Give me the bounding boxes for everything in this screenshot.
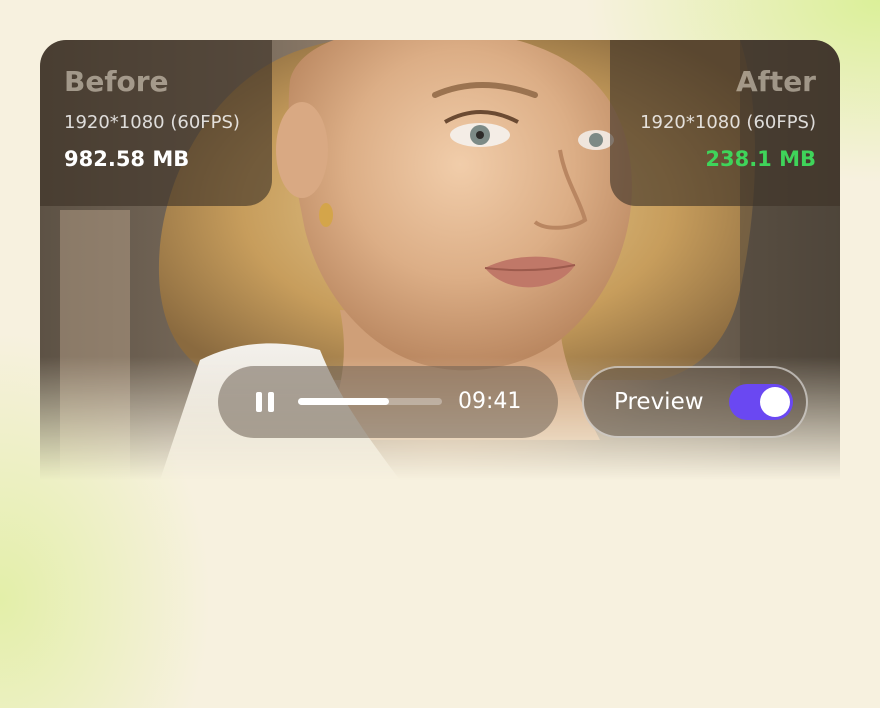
progress-slider[interactable] <box>298 398 442 405</box>
pause-bar-left <box>256 392 262 412</box>
after-file-size: 238.1 MB <box>705 147 816 171</box>
preview-label: Preview <box>614 389 704 415</box>
preview-toggle[interactable] <box>729 384 793 420</box>
preview-control: Preview <box>582 366 808 438</box>
toggle-knob <box>760 387 790 417</box>
progress-fill <box>298 398 389 405</box>
after-resolution: 1920*1080 (60FPS) <box>640 112 816 133</box>
playback-time: 09:41 <box>458 389 522 414</box>
before-resolution: 1920*1080 (60FPS) <box>64 112 240 133</box>
after-panel: After 1920*1080 (60FPS) 238.1 MB <box>610 40 840 206</box>
pause-icon[interactable] <box>254 392 276 412</box>
before-panel: Before 1920*1080 (60FPS) 982.58 MB <box>40 40 272 206</box>
before-label: Before <box>64 65 169 98</box>
after-label: After <box>735 65 816 98</box>
pause-bar-right <box>268 392 274 412</box>
playback-controls: 09:41 <box>218 366 558 438</box>
before-file-size: 982.58 MB <box>64 147 190 171</box>
